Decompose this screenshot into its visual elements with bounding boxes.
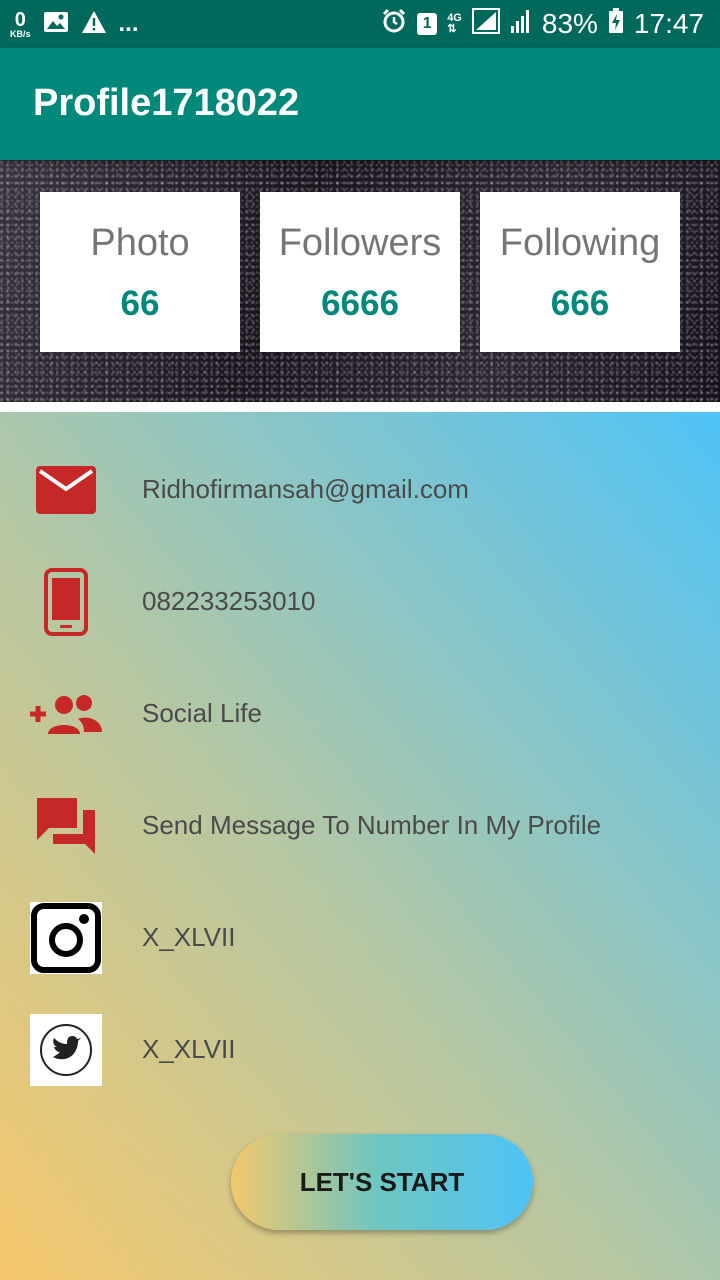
phone-text: 082233253010 xyxy=(142,586,316,616)
stat-value: 66 xyxy=(120,284,160,323)
twitter-text: X_XLVII xyxy=(142,1034,236,1064)
more-notifications: ... xyxy=(118,10,139,37)
data-arrows-icon: ⇅ xyxy=(447,23,457,35)
stat-value: 666 xyxy=(550,284,610,323)
email-text: Ridhofirmansah@gmail.com xyxy=(142,474,469,504)
social-text: Social Life xyxy=(142,698,262,728)
phone-icon xyxy=(30,566,102,638)
status-left: 0 KB/s ... xyxy=(10,6,139,42)
app-bar: Profile1718022 xyxy=(0,48,720,160)
instagram-text: X_XLVII xyxy=(142,922,236,952)
stat-label: Photo xyxy=(90,222,190,264)
message-icon xyxy=(30,790,102,862)
net-speed: 0 KB/s xyxy=(10,10,31,39)
twitter-icon xyxy=(30,1014,102,1086)
stat-card-followers[interactable]: Followers 6666 xyxy=(260,192,460,352)
stat-card-photo[interactable]: Photo 66 xyxy=(40,192,240,352)
status-bar: 0 KB/s ... 1 4G ⇅ 83% 17:47 xyxy=(0,0,720,48)
contact-row-phone[interactable]: 082233253010 xyxy=(0,562,720,642)
contact-row-twitter[interactable]: X_XLVII xyxy=(0,1010,720,1090)
battery-percent: 83% xyxy=(541,8,598,39)
clock: 17:47 xyxy=(633,8,704,39)
alarm-icon xyxy=(381,8,407,41)
contact-row-email[interactable]: Ridhofirmansah@gmail.com xyxy=(0,450,720,530)
email-icon xyxy=(30,454,102,526)
stat-value: 6666 xyxy=(321,284,399,323)
stat-label: Following xyxy=(499,222,661,264)
net-speed-value: 0 xyxy=(14,8,26,31)
signal-icon xyxy=(471,7,500,41)
lets-start-button[interactable]: LET'S START xyxy=(231,1134,533,1230)
message-text: Send Message To Number In My Profile xyxy=(142,810,602,840)
page-title: Profile1718022 xyxy=(33,82,300,124)
contact-row-message[interactable]: Send Message To Number In My Profile xyxy=(0,786,720,866)
add-group-icon xyxy=(30,678,102,750)
warning-icon xyxy=(81,10,107,39)
image-notification-icon xyxy=(43,11,69,38)
battery-charging-icon xyxy=(608,7,624,41)
net-speed-unit: KB/s xyxy=(10,28,31,39)
sim-slot-badge: 1 xyxy=(417,13,438,35)
status-right: 1 4G ⇅ 83% 17:47 xyxy=(381,6,704,42)
contact-row-instagram[interactable]: X_XLVII xyxy=(0,898,720,978)
stat-card-following[interactable]: Following 666 xyxy=(480,192,680,352)
signal-sim2-icon xyxy=(510,8,532,41)
contact-row-social[interactable]: Social Life xyxy=(0,674,720,754)
instagram-icon xyxy=(30,902,102,974)
divider xyxy=(0,402,720,412)
network-type: 4G ⇅ xyxy=(447,13,462,35)
stat-label: Followers xyxy=(278,222,442,264)
